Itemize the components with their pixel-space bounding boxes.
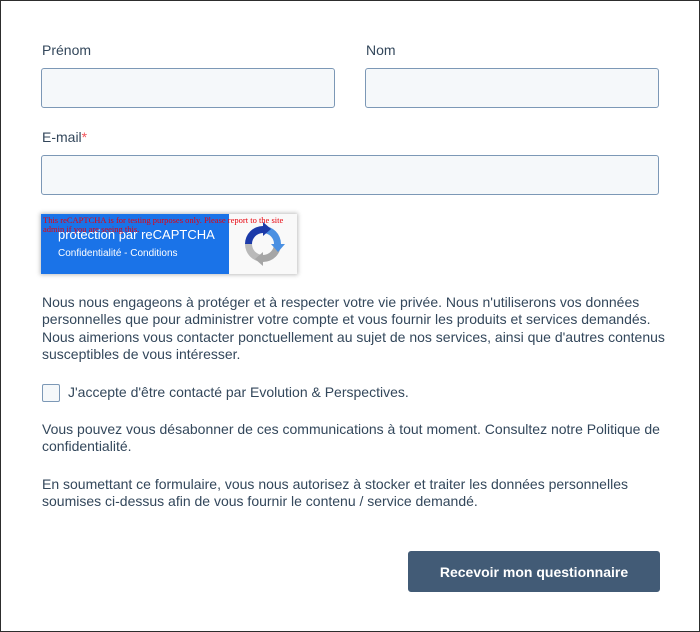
consent-checkbox-label[interactable]: J'accepte d'être contacté par Evolution … (68, 384, 409, 401)
unsubscribe-text: Vous pouvez vous désabonner de ces commu… (42, 421, 660, 455)
recaptcha-badge[interactable]: protection par reCAPTCHA Confidentialité… (41, 214, 297, 274)
submit-button[interactable]: Recevoir mon questionnaire (408, 551, 660, 592)
email-input[interactable] (41, 155, 659, 195)
consent-checkbox[interactable] (42, 384, 60, 402)
submit-notice-text: En soumettant ce formulaire, vous nous a… (42, 476, 628, 510)
recaptcha-testing-notice: This reCAPTCHA is for testing purposes o… (43, 215, 284, 234)
email-label: E-mail* (42, 128, 87, 146)
required-marker: * (81, 129, 88, 145)
email-label-text: E-mail (42, 129, 82, 145)
first-name-label: Prénom (42, 42, 92, 58)
privacy-text: Nous nous engageons à protéger et à resp… (42, 294, 665, 363)
first-name-input[interactable] (41, 68, 335, 108)
form-container: Prénom Nom E-mail* protection par reCAPT… (0, 0, 700, 632)
last-name-input[interactable] (365, 68, 659, 108)
recaptcha-links[interactable]: Confidentialité - Conditions (58, 248, 178, 259)
last-name-label: Nom (366, 42, 396, 58)
